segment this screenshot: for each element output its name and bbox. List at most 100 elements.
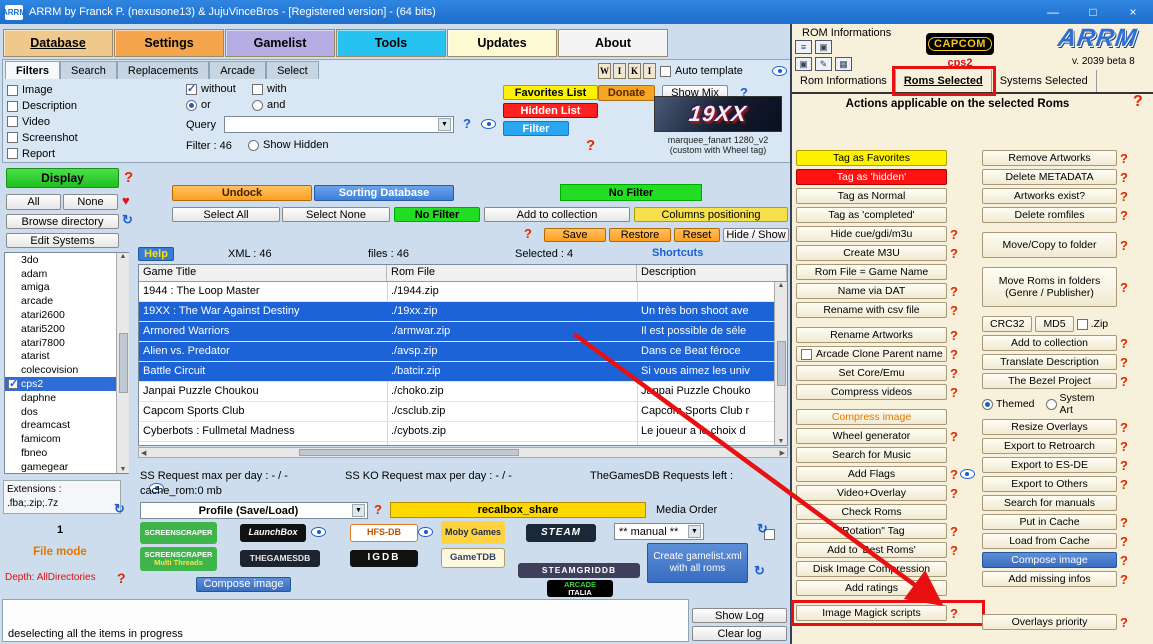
tag-as-completed-button[interactable]: Tag as 'completed': [796, 207, 947, 223]
donate-button[interactable]: Donate: [598, 85, 655, 101]
delete-metadata-button[interactable]: Delete METADATA: [982, 169, 1117, 185]
add-to-collection-button[interactable]: Add to collection: [484, 207, 630, 222]
table-row[interactable]: Armored Warriors ./armwar.zip Il est pos…: [139, 322, 774, 342]
systems-list[interactable]: 3do adam amiga arcade atari2600 atari520…: [4, 252, 129, 474]
compress-image-button[interactable]: Compress image: [796, 409, 947, 425]
and-option[interactable]: and: [252, 99, 285, 111]
help-icon[interactable]: ?: [950, 607, 958, 620]
hide-cue-gdi-m3u-button[interactable]: Hide cue/gdi/m3u: [796, 226, 947, 242]
media-checkbox[interactable]: [7, 132, 18, 143]
undock-button[interactable]: Undock: [172, 185, 312, 201]
without-option[interactable]: without: [186, 83, 236, 95]
media-order-refresh-icon[interactable]: ↻: [757, 522, 768, 535]
hidden-list-button[interactable]: Hidden List: [503, 103, 598, 118]
select-none-systems-button[interactable]: None: [63, 194, 118, 210]
help-icon[interactable]: ?: [950, 430, 958, 443]
shortcuts-link[interactable]: Shortcuts: [652, 247, 703, 259]
help-icon[interactable]: ?: [1120, 190, 1128, 203]
clear-log-button[interactable]: Clear log: [692, 626, 787, 641]
compose-image-button[interactable]: Compose image: [196, 577, 291, 592]
select-none-button[interactable]: Select None: [282, 207, 390, 222]
column-header-game-title[interactable]: Game Title: [139, 265, 387, 281]
system-item[interactable]: adam: [5, 267, 117, 281]
screenscraper-eye-icon[interactable]: [311, 527, 326, 537]
wiki-link[interactable]: WIKI: [598, 63, 656, 79]
or-option[interactable]: or: [186, 99, 211, 111]
export-to-es-de-button[interactable]: Export to ES-DE: [982, 457, 1117, 473]
scroll-down-button[interactable]: ▼: [778, 438, 785, 445]
photo-icon[interactable]: ▣: [795, 57, 812, 71]
scroll-right-button[interactable]: ▶: [780, 449, 787, 457]
media-checkbox[interactable]: [7, 116, 18, 127]
filter-tab[interactable]: Select: [266, 61, 319, 79]
sorting-database-button[interactable]: Sorting Database: [314, 185, 454, 201]
media-filter-row[interactable]: Screenshot: [7, 131, 107, 144]
add-to-collection-button[interactable]: Add to collection: [982, 335, 1117, 351]
mobygames-logo[interactable]: Moby Games: [441, 521, 505, 544]
steamgriddb-logo[interactable]: STEAMGRIDDB: [518, 563, 640, 578]
media-filter-row[interactable]: Report: [7, 147, 107, 160]
refresh-icon[interactable]: ↻: [122, 213, 133, 226]
translate-description-button[interactable]: Translate Description: [982, 354, 1117, 370]
help-icon[interactable]: ?: [950, 544, 958, 557]
add-to-best-roms-button[interactable]: Add to 'Best Roms': [796, 542, 947, 558]
with-checkbox[interactable]: [252, 84, 263, 95]
show-log-button[interactable]: Show Log: [692, 608, 787, 623]
help-icon[interactable]: ?: [1120, 152, 1128, 165]
radio-themed[interactable]: [982, 399, 993, 410]
system-item[interactable]: famicom: [5, 432, 117, 446]
help-icon[interactable]: ?: [950, 285, 958, 298]
restore-button[interactable]: Restore: [609, 228, 671, 242]
help-icon[interactable]: ?: [1120, 616, 1128, 629]
resize-overlays-button[interactable]: Resize Overlays: [982, 419, 1117, 435]
system-item[interactable]: dreamcast: [5, 419, 117, 433]
search-for-manuals-button[interactable]: Search for manuals: [982, 495, 1117, 511]
media-checkbox[interactable]: [7, 101, 18, 112]
wiki-letter-tile[interactable]: I: [613, 63, 626, 79]
show-hidden-option[interactable]: Show Hidden: [248, 139, 328, 151]
scroll-up-button[interactable]: ▲: [778, 282, 785, 289]
table-vertical-scrollbar[interactable]: ▲ ▼: [774, 282, 787, 445]
close-button[interactable]: ×: [1113, 0, 1153, 24]
table-row[interactable]: 1944 : The Loop Master ./1944.zip: [139, 282, 774, 302]
profile-help-icon[interactable]: ?: [374, 503, 382, 516]
filter-tab[interactable]: Search: [60, 61, 117, 79]
table-row[interactable]: Battle Circuit ./batcir.zip Si vous aime…: [139, 362, 774, 382]
tag-as-hidden-button[interactable]: Tag as 'hidden': [796, 169, 947, 185]
query-dropdown[interactable]: ▼: [224, 116, 454, 133]
chevron-down-icon[interactable]: ▼: [688, 525, 701, 538]
launchbox-logo[interactable]: LaunchBox: [240, 524, 306, 542]
image-magick-scripts-button[interactable]: Image Magick scripts: [796, 605, 947, 621]
help-icon[interactable]: ?: [950, 348, 958, 361]
system-item[interactable]: atarist: [5, 350, 117, 364]
screenscraper-multithreads-logo[interactable]: SCREENSCRAPER Multi Threads: [140, 547, 217, 571]
menu-tab[interactable]: Settings: [114, 29, 224, 57]
wiki-letter-tile[interactable]: W: [598, 63, 611, 79]
scroll-left-button[interactable]: ◀: [139, 449, 146, 457]
launchbox-eye-icon[interactable]: [418, 527, 433, 537]
put-in-cache-button[interactable]: Put in Cache: [982, 514, 1117, 530]
image-icon[interactable]: ▣: [815, 40, 832, 54]
help-icon[interactable]: ?: [950, 367, 958, 380]
rename-artworks-button[interactable]: Rename Artworks: [796, 327, 947, 343]
wheel-generator-button[interactable]: Wheel generator: [796, 428, 947, 444]
query-eye-icon[interactable]: [481, 119, 496, 129]
add-ratings-button[interactable]: Add ratings: [796, 580, 947, 596]
name-via-dat-button[interactable]: Name via DAT: [796, 283, 947, 299]
scroll-thumb[interactable]: [299, 449, 519, 456]
add-flags-button[interactable]: Add Flags: [796, 466, 947, 482]
system-item[interactable]: atari7800: [5, 336, 117, 350]
columns-positioning-button[interactable]: Columns positioning: [634, 207, 788, 222]
overlays-priority-button[interactable]: Overlays priority: [982, 614, 1117, 630]
create-gamelist-button[interactable]: Create gamelist.xml with all roms: [647, 543, 748, 583]
system-item[interactable]: fbneo: [5, 446, 117, 460]
chevron-down-icon[interactable]: ▼: [352, 504, 365, 517]
gametdb-logo[interactable]: GameTDB: [441, 548, 505, 568]
help-icon[interactable]: ?: [950, 228, 958, 241]
hfsdb-logo[interactable]: HFS-DB: [350, 524, 418, 542]
arcade-clone-parent-name-option[interactable]: Arcade Clone Parent name: [796, 346, 947, 362]
igdb-logo[interactable]: IGDB: [350, 550, 418, 567]
radio-system-art[interactable]: [1046, 399, 1057, 410]
media-filter-row[interactable]: Description: [7, 100, 107, 113]
filter-tab[interactable]: Filters: [5, 61, 60, 79]
